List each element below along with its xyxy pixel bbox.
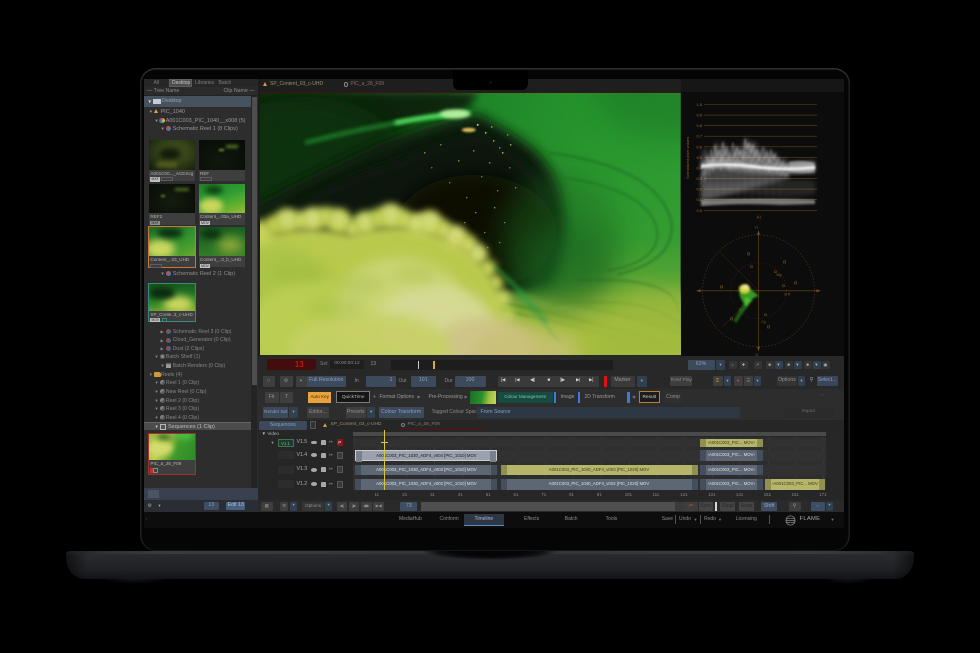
- svg-text:0.0: 0.0: [696, 208, 702, 213]
- svg-text:Mg: Mg: [776, 273, 781, 277]
- svg-text:0.8: 0.8: [696, 123, 702, 128]
- svg-text:0.7: 0.7: [696, 134, 702, 139]
- svg-text:1.0: 1.0: [696, 102, 702, 107]
- svg-text:0.9: 0.9: [696, 113, 702, 118]
- svg-text:Cy: Cy: [761, 320, 766, 324]
- svg-text:(L): (L): [756, 215, 760, 219]
- svg-text:Normalized pixel values: Normalized pixel values: [685, 137, 690, 179]
- svg-text:B R: B R: [784, 292, 790, 296]
- svg-text:YI: YI: [754, 226, 757, 230]
- svg-text:0.6: 0.6: [696, 144, 702, 149]
